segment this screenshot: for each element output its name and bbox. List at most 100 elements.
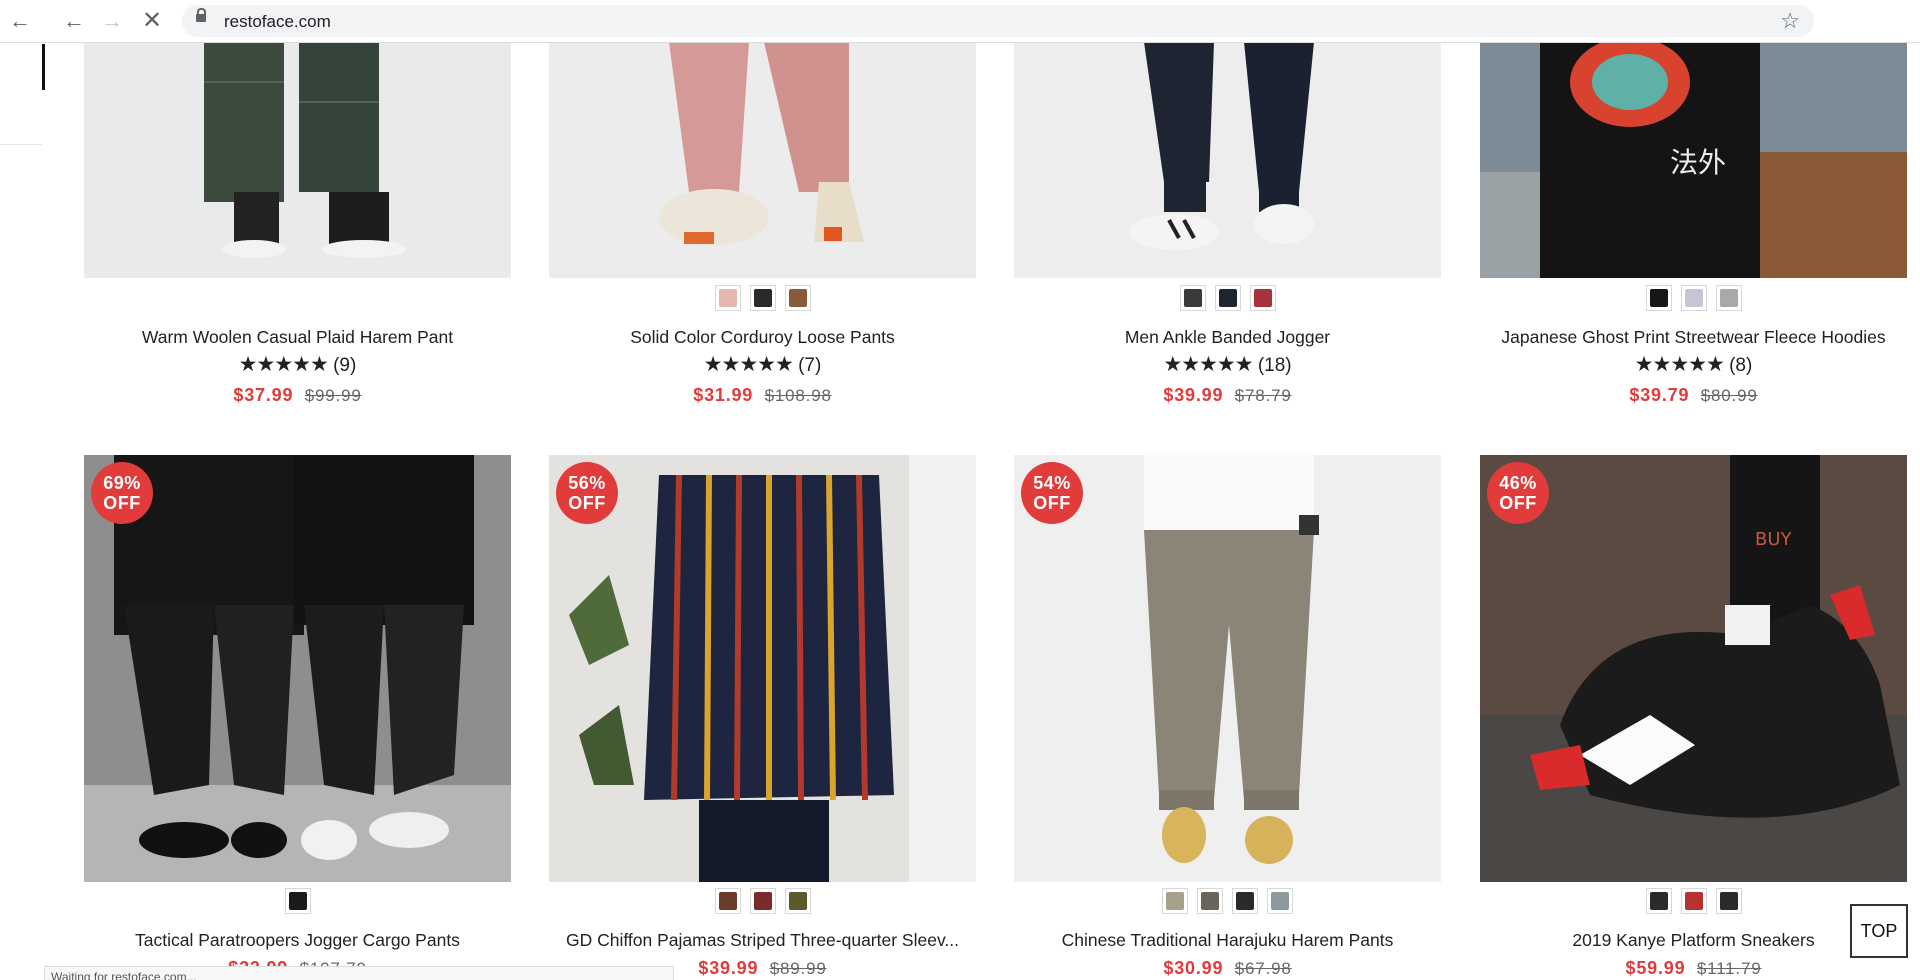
discount-off: OFF <box>103 493 141 513</box>
discount-off: OFF <box>1033 493 1071 513</box>
color-swatch[interactable] <box>1715 285 1742 311</box>
original-price: $108.98 <box>764 386 832 405</box>
product-image[interactable]: BUY 46% OFF <box>1480 455 1907 882</box>
color-swatch[interactable] <box>284 888 311 914</box>
product-card[interactable]: 法外 Japanese Ghost Print Streetwear Fleec… <box>1480 0 1907 420</box>
review-count: (9) <box>333 355 357 376</box>
sale-price: $39.79 <box>1629 385 1690 405</box>
sale-price: $39.99 <box>1163 385 1224 405</box>
color-swatches <box>1480 285 1907 311</box>
sidebar-active-indicator <box>42 44 45 90</box>
product-rating: ★★★★★ (18) <box>1014 352 1441 377</box>
product-card[interactable]: Warm Woolen Casual Plaid Harem Pant ★★★★… <box>84 0 511 420</box>
product-title[interactable]: Chinese Traditional Harajuku Harem Pants <box>1014 930 1441 951</box>
product-title[interactable]: Tactical Paratroopers Jogger Cargo Pants <box>84 930 511 951</box>
sidebar-divider <box>0 144 42 145</box>
rating-stars-icon: ★★★★★ <box>703 353 794 376</box>
color-swatches <box>1014 888 1441 914</box>
color-swatch[interactable] <box>1645 285 1672 311</box>
product-title[interactable]: Warm Woolen Casual Plaid Harem Pant <box>84 327 511 348</box>
product-image[interactable] <box>84 42 511 278</box>
color-swatch[interactable] <box>1645 888 1672 914</box>
review-count: (18) <box>1257 355 1292 376</box>
color-swatch[interactable] <box>749 888 776 914</box>
color-swatch[interactable] <box>1162 888 1188 914</box>
product-rating: ★★★★★ (7) <box>549 352 976 377</box>
product-price: $39.79 $80.99 <box>1480 385 1907 406</box>
product-card[interactable]: 56% OFF GD Chiffon Pajamas Striped Three… <box>549 455 976 980</box>
product-card[interactable]: 69% OFF Tactical Paratroopers Jogger Car… <box>84 455 511 980</box>
color-swatch[interactable] <box>1267 888 1293 914</box>
discount-percent: 69% <box>103 473 141 493</box>
browser-status-bar: Waiting for restoface.com... <box>44 966 674 980</box>
stop-loading-icon[interactable]: ✕ <box>138 7 166 35</box>
sale-price: $30.99 <box>1163 958 1224 978</box>
bookmark-star-icon[interactable]: ☆ <box>1780 8 1800 34</box>
original-price: $89.99 <box>769 959 827 978</box>
rating-stars-icon: ★★★★★ <box>1634 353 1725 376</box>
url-text[interactable]: restoface.com <box>224 12 331 32</box>
sale-price: $37.99 <box>233 385 294 405</box>
sale-price: $59.99 <box>1625 958 1686 978</box>
discount-off: OFF <box>568 493 606 513</box>
color-swatch[interactable] <box>1715 888 1742 914</box>
product-title[interactable]: Japanese Ghost Print Streetwear Fleece H… <box>1480 327 1907 348</box>
svg-text:BUY: BUY <box>1755 529 1793 550</box>
color-swatch[interactable] <box>784 285 811 311</box>
color-swatch[interactable] <box>1179 285 1206 311</box>
rating-stars-icon: ★★★★★ <box>1163 353 1253 376</box>
color-swatch[interactable] <box>714 285 741 311</box>
color-swatch[interactable] <box>1214 285 1241 311</box>
lock-icon[interactable] <box>196 8 206 22</box>
product-price: $31.99 $108.98 <box>549 385 976 406</box>
product-card[interactable]: 54% OFF Chinese Traditional Harajuku Har… <box>1014 455 1441 980</box>
color-swatch[interactable] <box>1249 285 1276 311</box>
product-price: $59.99 $111.79 <box>1480 958 1907 979</box>
arrow-left-icon[interactable]: ← <box>6 7 34 35</box>
product-image[interactable] <box>549 42 976 278</box>
rating-stars-icon: ★★★★★ <box>238 353 329 376</box>
color-swatch[interactable] <box>1197 888 1223 914</box>
product-card[interactable]: Solid Color Corduroy Loose Pants ★★★★★ (… <box>549 0 976 420</box>
address-bar[interactable]: restoface.com ☆ <box>182 5 1814 37</box>
product-image[interactable]: 56% OFF <box>549 455 976 882</box>
color-swatch[interactable] <box>1232 888 1258 914</box>
product-card[interactable]: BUY 46% OFF 2019 Kanye Platform Sneakers… <box>1480 455 1907 980</box>
color-swatch[interactable] <box>784 888 811 914</box>
discount-badge: 69% OFF <box>91 462 153 524</box>
color-swatch[interactable] <box>1680 888 1707 914</box>
product-price: $39.99 $78.79 <box>1014 385 1441 406</box>
product-card[interactable]: Men Ankle Banded Jogger ★★★★★ (18) $39.9… <box>1014 0 1441 420</box>
color-swatches <box>549 888 976 914</box>
product-image[interactable]: 54% OFF <box>1014 455 1441 882</box>
product-title[interactable]: Men Ankle Banded Jogger <box>1014 327 1441 348</box>
color-swatches <box>549 285 976 311</box>
original-price: $99.99 <box>304 386 362 405</box>
sale-price: $39.99 <box>698 958 759 978</box>
original-price: $78.79 <box>1234 386 1292 405</box>
original-price: $67.98 <box>1234 959 1292 978</box>
discount-badge: 54% OFF <box>1021 462 1083 524</box>
color-swatch[interactable] <box>749 285 776 311</box>
svg-text:法外: 法外 <box>1670 146 1726 179</box>
color-swatch[interactable] <box>1680 285 1707 311</box>
product-price: $37.99 $99.99 <box>84 385 511 406</box>
color-swatch[interactable] <box>714 888 741 914</box>
original-price: $80.99 <box>1700 386 1758 405</box>
forward-button[interactable]: → <box>98 7 126 35</box>
product-title[interactable]: 2019 Kanye Platform Sneakers <box>1480 930 1907 951</box>
review-count: (7) <box>798 355 822 376</box>
sale-price: $31.99 <box>693 385 754 405</box>
product-price: $30.99 $67.98 <box>1014 958 1441 979</box>
product-image[interactable]: 法外 <box>1480 42 1907 278</box>
color-swatches <box>1014 285 1441 311</box>
back-button[interactable]: ← <box>60 7 88 35</box>
product-title[interactable]: Solid Color Corduroy Loose Pants <box>549 327 976 348</box>
product-image[interactable] <box>1014 42 1441 278</box>
discount-off: OFF <box>1499 493 1537 513</box>
product-title[interactable]: GD Chiffon Pajamas Striped Three-quarter… <box>549 930 976 951</box>
product-image[interactable]: 69% OFF <box>84 455 511 882</box>
scroll-to-top-button[interactable]: TOP <box>1850 904 1908 958</box>
discount-badge: 56% OFF <box>556 462 618 524</box>
product-rating: ★★★★★ (9) <box>84 352 511 377</box>
